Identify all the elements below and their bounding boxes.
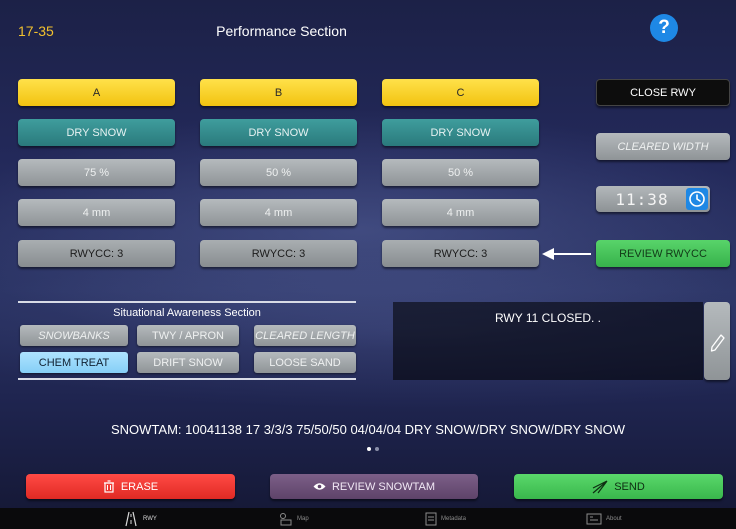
erase-label: ERASE bbox=[120, 480, 159, 493]
tab-map[interactable]: Map bbox=[279, 510, 309, 528]
snowbanks-button[interactable]: SNOWBANKS bbox=[20, 325, 128, 346]
column-c-depth-button[interactable]: 4 mm bbox=[382, 199, 539, 226]
tab-metadata[interactable]: Metadata bbox=[425, 510, 466, 528]
column-b-depth-button[interactable]: 4 mm bbox=[200, 199, 357, 226]
column-a-button[interactable]: A bbox=[18, 79, 175, 106]
notes-panel: RWY 11 CLOSED. . bbox=[393, 302, 703, 380]
notes-text: RWY 11 CLOSED. . bbox=[494, 311, 602, 325]
page-title: Performance Section bbox=[216, 23, 347, 39]
review-rwycc-button[interactable]: REVIEW RWYCC bbox=[596, 240, 730, 267]
column-a-coverage-button[interactable]: 75 % bbox=[18, 159, 175, 186]
column-b-rwycc-button[interactable]: RWYCC: 3 bbox=[200, 240, 357, 267]
map-icon bbox=[280, 513, 292, 526]
pencil-icon bbox=[710, 334, 725, 352]
column-a-rwycc-button[interactable]: RWYCC: 3 bbox=[18, 240, 175, 267]
time-field[interactable]: 11:38 bbox=[596, 186, 710, 212]
tab-rwy-label: RWY bbox=[143, 516, 157, 522]
document-icon bbox=[425, 512, 437, 526]
review-snowtam-label: REVIEW SNOWTAM bbox=[331, 480, 436, 493]
review-snowtam-button[interactable]: REVIEW SNOWTAM bbox=[270, 474, 478, 499]
column-b-coverage-button[interactable]: 50 % bbox=[200, 159, 357, 186]
eye-icon bbox=[313, 483, 326, 490]
column-c-contaminant-button[interactable]: DRY SNOW bbox=[382, 119, 539, 146]
column-b-contaminant-button[interactable]: DRY SNOW bbox=[200, 119, 357, 146]
divider-top bbox=[18, 301, 356, 303]
cleared-width-button[interactable]: CLEARED WIDTH bbox=[596, 133, 730, 160]
tab-rwy[interactable]: RWY bbox=[123, 510, 157, 528]
trash-icon bbox=[103, 480, 114, 493]
arrow-line bbox=[553, 253, 591, 255]
tab-metadata-label: Metadata bbox=[441, 516, 467, 522]
send-label: SEND bbox=[614, 480, 645, 493]
send-button[interactable]: SEND bbox=[514, 474, 723, 499]
column-c-coverage-button[interactable]: 50 % bbox=[382, 159, 539, 186]
tab-about-label: About bbox=[606, 516, 622, 522]
column-a-contaminant-button[interactable]: DRY SNOW bbox=[18, 119, 175, 146]
snowtam-text: SNOWTAM: 10041138 17 3/3/3 75/50/50 04/0… bbox=[111, 422, 625, 437]
help-icon[interactable]: ? bbox=[650, 14, 678, 42]
id-card-icon bbox=[586, 513, 602, 525]
chem-treat-button[interactable]: CHEM TREAT bbox=[20, 352, 128, 373]
loose-sand-button[interactable]: LOOSE SAND bbox=[254, 352, 356, 373]
page-dot bbox=[375, 447, 379, 451]
twy-apron-button[interactable]: TWY / APRON bbox=[137, 325, 239, 346]
send-icon bbox=[592, 479, 608, 493]
tab-about[interactable]: About bbox=[586, 510, 622, 528]
column-a-depth-button[interactable]: 4 mm bbox=[18, 199, 175, 226]
divider-bottom bbox=[18, 378, 356, 380]
column-b-button[interactable]: B bbox=[200, 79, 357, 106]
column-c-button[interactable]: C bbox=[382, 79, 539, 106]
tab-map-label: Map bbox=[297, 516, 309, 522]
column-c-rwycc-button[interactable]: RWYCC: 3 bbox=[382, 240, 539, 267]
tab-bar: RWY Map Metadata About bbox=[0, 508, 736, 529]
page-dot-active bbox=[367, 447, 371, 451]
header: 17-35 Performance Section ? bbox=[0, 10, 736, 50]
page-indicator bbox=[362, 447, 382, 453]
cleared-length-button[interactable]: CLEARED LENGTH bbox=[254, 325, 356, 346]
runway-icon bbox=[125, 511, 137, 527]
erase-button[interactable]: ERASE bbox=[26, 474, 235, 499]
edit-notes-button[interactable] bbox=[704, 302, 730, 380]
time-value: 11:38 bbox=[615, 190, 669, 209]
situational-section-title: Situational Awareness Section bbox=[113, 307, 261, 319]
close-rwy-button[interactable]: CLOSE RWY bbox=[596, 79, 730, 106]
drift-snow-button[interactable]: DRIFT SNOW bbox=[137, 352, 239, 373]
clock-icon[interactable] bbox=[686, 188, 708, 210]
